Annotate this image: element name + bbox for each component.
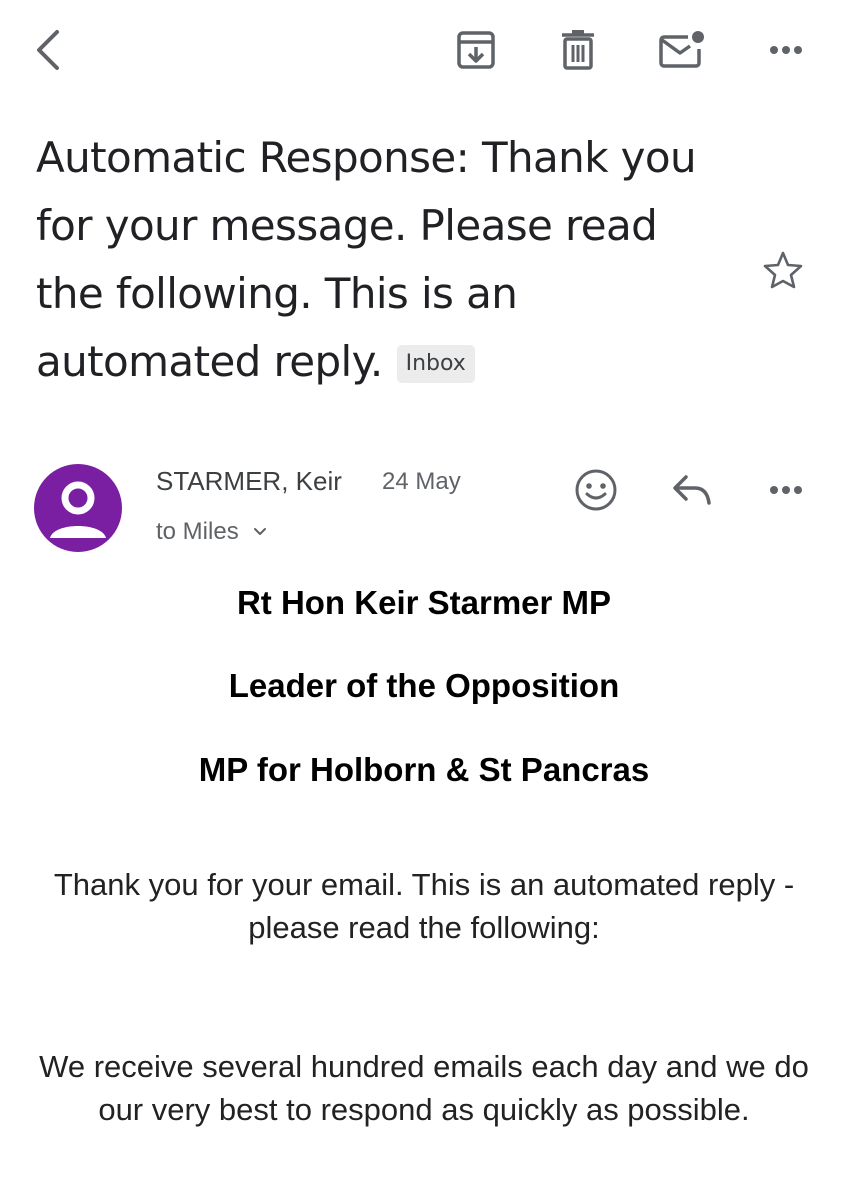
trash-icon	[562, 30, 594, 70]
star-button[interactable]	[762, 250, 810, 294]
body-heading-title: Leader of the Opposition	[228, 667, 620, 704]
chevron-down-icon	[254, 528, 267, 535]
subject-text: Automatic Response: Thank you for your m…	[36, 133, 697, 386]
body-heading-name: Rt Hon Keir Starmer MP	[236, 584, 612, 621]
body-paragraph-volume: We receive several hundred emails each d…	[39, 1049, 809, 1127]
body-heading-constituency: MP for Holborn & St Pancras	[198, 751, 650, 788]
chevron-left-icon	[37, 30, 59, 70]
email-subject: Automatic Response: Thank you for your m…	[36, 124, 736, 396]
reply-button[interactable]	[664, 462, 720, 518]
person-icon	[50, 481, 106, 538]
inbox-label-chip[interactable]: Inbox	[396, 345, 475, 383]
sender-name[interactable]: STARMER, Keir	[156, 466, 342, 497]
body-paragraph-intro: Thank you for your email. This is an aut…	[53, 867, 795, 945]
archive-icon	[457, 31, 495, 69]
message-date: 24 May	[382, 468, 461, 495]
reply-icon	[673, 475, 711, 505]
mark-unread-button[interactable]	[654, 22, 710, 78]
recipient-details-toggle[interactable]: to Miles	[156, 518, 267, 546]
sender-avatar[interactable]	[34, 464, 122, 552]
emoji-icon	[575, 469, 617, 511]
more-horizontal-icon	[770, 486, 802, 494]
more-options-button[interactable]	[758, 22, 814, 78]
add-reaction-button[interactable]	[568, 462, 624, 518]
back-button[interactable]	[20, 22, 76, 78]
archive-button[interactable]	[448, 22, 504, 78]
message-more-button[interactable]	[758, 462, 814, 518]
delete-button[interactable]	[550, 22, 606, 78]
recipient-line: to Miles	[156, 518, 239, 545]
star-icon	[763, 251, 803, 289]
mark-unread-icon	[659, 31, 704, 68]
more-horizontal-icon	[770, 46, 802, 54]
